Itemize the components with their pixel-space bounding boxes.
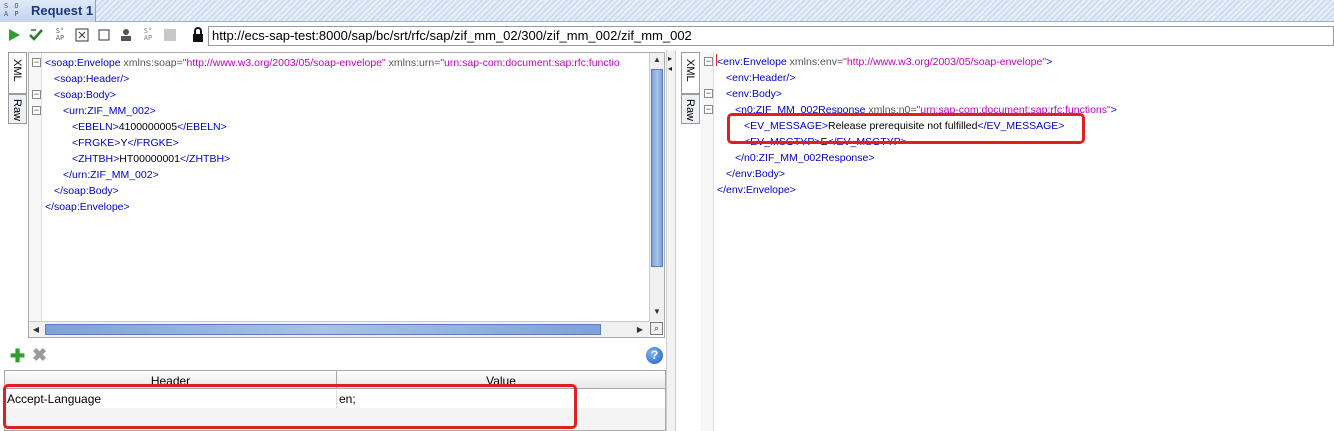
square-icon[interactable] (96, 27, 112, 43)
response-xml-area[interactable]: <env:Envelope xmlns:env="http://www.w3.o… (701, 52, 1334, 431)
xml-token: </EBELN> (177, 121, 227, 133)
xml-token: </urn:ZIF_MM_002> (63, 169, 159, 181)
endpoint-url-field[interactable]: http://ecs-sap-test:8000/sap/bc/srt/rfc/… (208, 26, 1334, 46)
fold-toggle-icon[interactable]: − (704, 89, 713, 98)
xml-token: "http://www.w3.org/2003/05/soap-envelope… (843, 56, 1047, 68)
tab-request-raw[interactable]: Raw (8, 94, 27, 124)
lock-icon (190, 27, 206, 43)
fold-toggle-icon[interactable]: − (704, 57, 713, 66)
xml-line[interactable]: <soap:Envelope xmlns:soap="http://www.w3… (45, 55, 620, 71)
xml-token: <EBELN> (72, 121, 119, 133)
xml-token: HT00000001 (119, 153, 180, 165)
soap-icon: S OA P (4, 2, 20, 18)
scroll-thumb[interactable] (651, 69, 663, 267)
request-tab[interactable]: S OA P Request 1 (0, 0, 96, 22)
stop-icon[interactable] (162, 27, 178, 43)
xml-token: xmlns:soap= (120, 57, 183, 69)
fold-toggle-icon[interactable]: − (32, 106, 41, 115)
soap-response-icon[interactable]: S° AP (140, 27, 156, 43)
xml-line[interactable]: <env:Envelope xmlns:env="http://www.w3.o… (717, 54, 1052, 70)
xml-token: "http://www.w3.org/2003/05/soap-envelope… (182, 57, 386, 69)
response_pane-xml-code[interactable]: <env:Envelope xmlns:env="http://www.w3.o… (717, 53, 1332, 423)
xml-line[interactable]: </soap:Body> (54, 183, 119, 199)
xml-token: <FRGKE> (72, 137, 121, 149)
xml-token: <soap:Envelope (45, 57, 121, 69)
fold-toggle-icon[interactable]: − (32, 90, 41, 99)
xml-line[interactable]: <env:Header/> (726, 70, 795, 86)
xml-line[interactable]: </soap:Envelope> (45, 199, 130, 215)
xml-token: </ZHTBH> (179, 153, 231, 165)
request_pane-xml-code[interactable]: <soap:Envelope xmlns:soap="http://www.w3… (45, 54, 645, 322)
xml-token: > (1046, 56, 1053, 68)
scroll-down-icon[interactable]: ▼ (650, 305, 664, 319)
scroll-thumb-horizontal[interactable] (45, 324, 601, 335)
xml-line[interactable]: <urn:ZIF_MM_002> (63, 103, 156, 119)
request-xml-area[interactable]: <soap:Envelope xmlns:soap="http://www.w3… (28, 52, 665, 338)
xml-token: <env:Body> (726, 88, 783, 100)
xml-token: </n0:ZIF_MM_002Response> (735, 152, 875, 164)
fold-toggle-icon[interactable]: − (704, 105, 713, 114)
user-icon[interactable] (118, 27, 134, 43)
fold-toggle-icon[interactable]: − (32, 58, 41, 67)
add-header-icon[interactable]: ✚ (10, 347, 25, 365)
scroll-left-icon[interactable]: ◀ (29, 323, 43, 337)
xml-token: 4100000005 (118, 121, 178, 133)
xml-token: </soap:Envelope> (45, 201, 130, 213)
xml-token: <ZHTBH> (72, 153, 120, 165)
xml-token: <urn:ZIF_MM_002> (63, 105, 156, 117)
tab-response-raw[interactable]: Raw (681, 94, 700, 124)
xml-line[interactable]: <env:Body> (726, 86, 782, 102)
highlight-box-headers (3, 384, 577, 429)
xml-token: </env:Envelope> (717, 184, 796, 196)
collapse-right-icon[interactable]: ▸ (668, 54, 672, 63)
tab-request-xml[interactable]: XML (8, 52, 27, 94)
request-toolbar: S° AP S° AP http://ecs-sap-test:8000/sap/b… (0, 24, 1334, 48)
xml-token: <env:Envelope (717, 56, 787, 68)
xml-token: xmlns:env= (786, 56, 844, 68)
xml-token: > (1110, 104, 1117, 116)
xml-token: </FRGKE> (127, 137, 179, 149)
xml-line[interactable]: <soap:Header/> (54, 71, 129, 87)
xml-line[interactable]: </urn:ZIF_MM_002> (63, 167, 159, 183)
window-title: Request 1 (31, 3, 94, 18)
scroll-right-icon[interactable]: ▶ (633, 323, 647, 337)
xml-line[interactable]: <EBELN>4100000005</EBELN> (72, 119, 227, 135)
xml-line[interactable]: </env:Envelope> (717, 182, 796, 198)
help-icon[interactable]: ? (646, 347, 663, 364)
remove-header-icon[interactable]: ✖ (32, 346, 47, 364)
xml-token: <soap:Body> (54, 89, 116, 101)
xml-line[interactable]: <ZHTBH>HT00000001</ZHTBH> (72, 151, 230, 167)
collapse-left-icon[interactable]: ◂ (668, 64, 672, 73)
xml-token: xmlns:urn= (385, 57, 441, 69)
xml-line[interactable]: </env:Body> (726, 166, 785, 182)
request-vertical-scrollbar[interactable]: ▲ ▼ (649, 53, 664, 321)
xml-token: </env:Body> (726, 168, 785, 180)
run-icon[interactable] (6, 27, 22, 43)
xml-token: </soap:Body> (54, 185, 119, 197)
pane-splitter[interactable]: ▸ ◂ (666, 50, 676, 431)
xml-line[interactable]: </n0:ZIF_MM_002Response> (735, 150, 875, 166)
highlight-box-message (727, 113, 1085, 144)
xml-token: <env:Header/> (726, 72, 796, 84)
xml-token: <soap:Header/> (54, 73, 130, 85)
zoom-icon[interactable]: ⌕ (650, 322, 663, 335)
scroll-up-icon[interactable]: ▲ (650, 53, 664, 67)
focus-icon[interactable] (74, 27, 90, 43)
title-bar: S OA P Request 1 (0, 0, 1334, 22)
validate-icon[interactable] (28, 27, 44, 43)
soap-request-icon[interactable]: S° AP (52, 27, 68, 43)
xml-line[interactable]: <FRGKE>Y</FRGKE> (72, 135, 179, 151)
xml-line[interactable]: <soap:Body> (54, 87, 116, 103)
tab-response-xml[interactable]: XML (681, 52, 700, 94)
xml-token: "urn:sap-com:document:sap:rfc:functio (440, 57, 620, 69)
request-horizontal-scrollbar[interactable]: ◀ ▶ (29, 321, 649, 337)
headers-toolbar: ✚ ✖ ? (0, 344, 668, 368)
